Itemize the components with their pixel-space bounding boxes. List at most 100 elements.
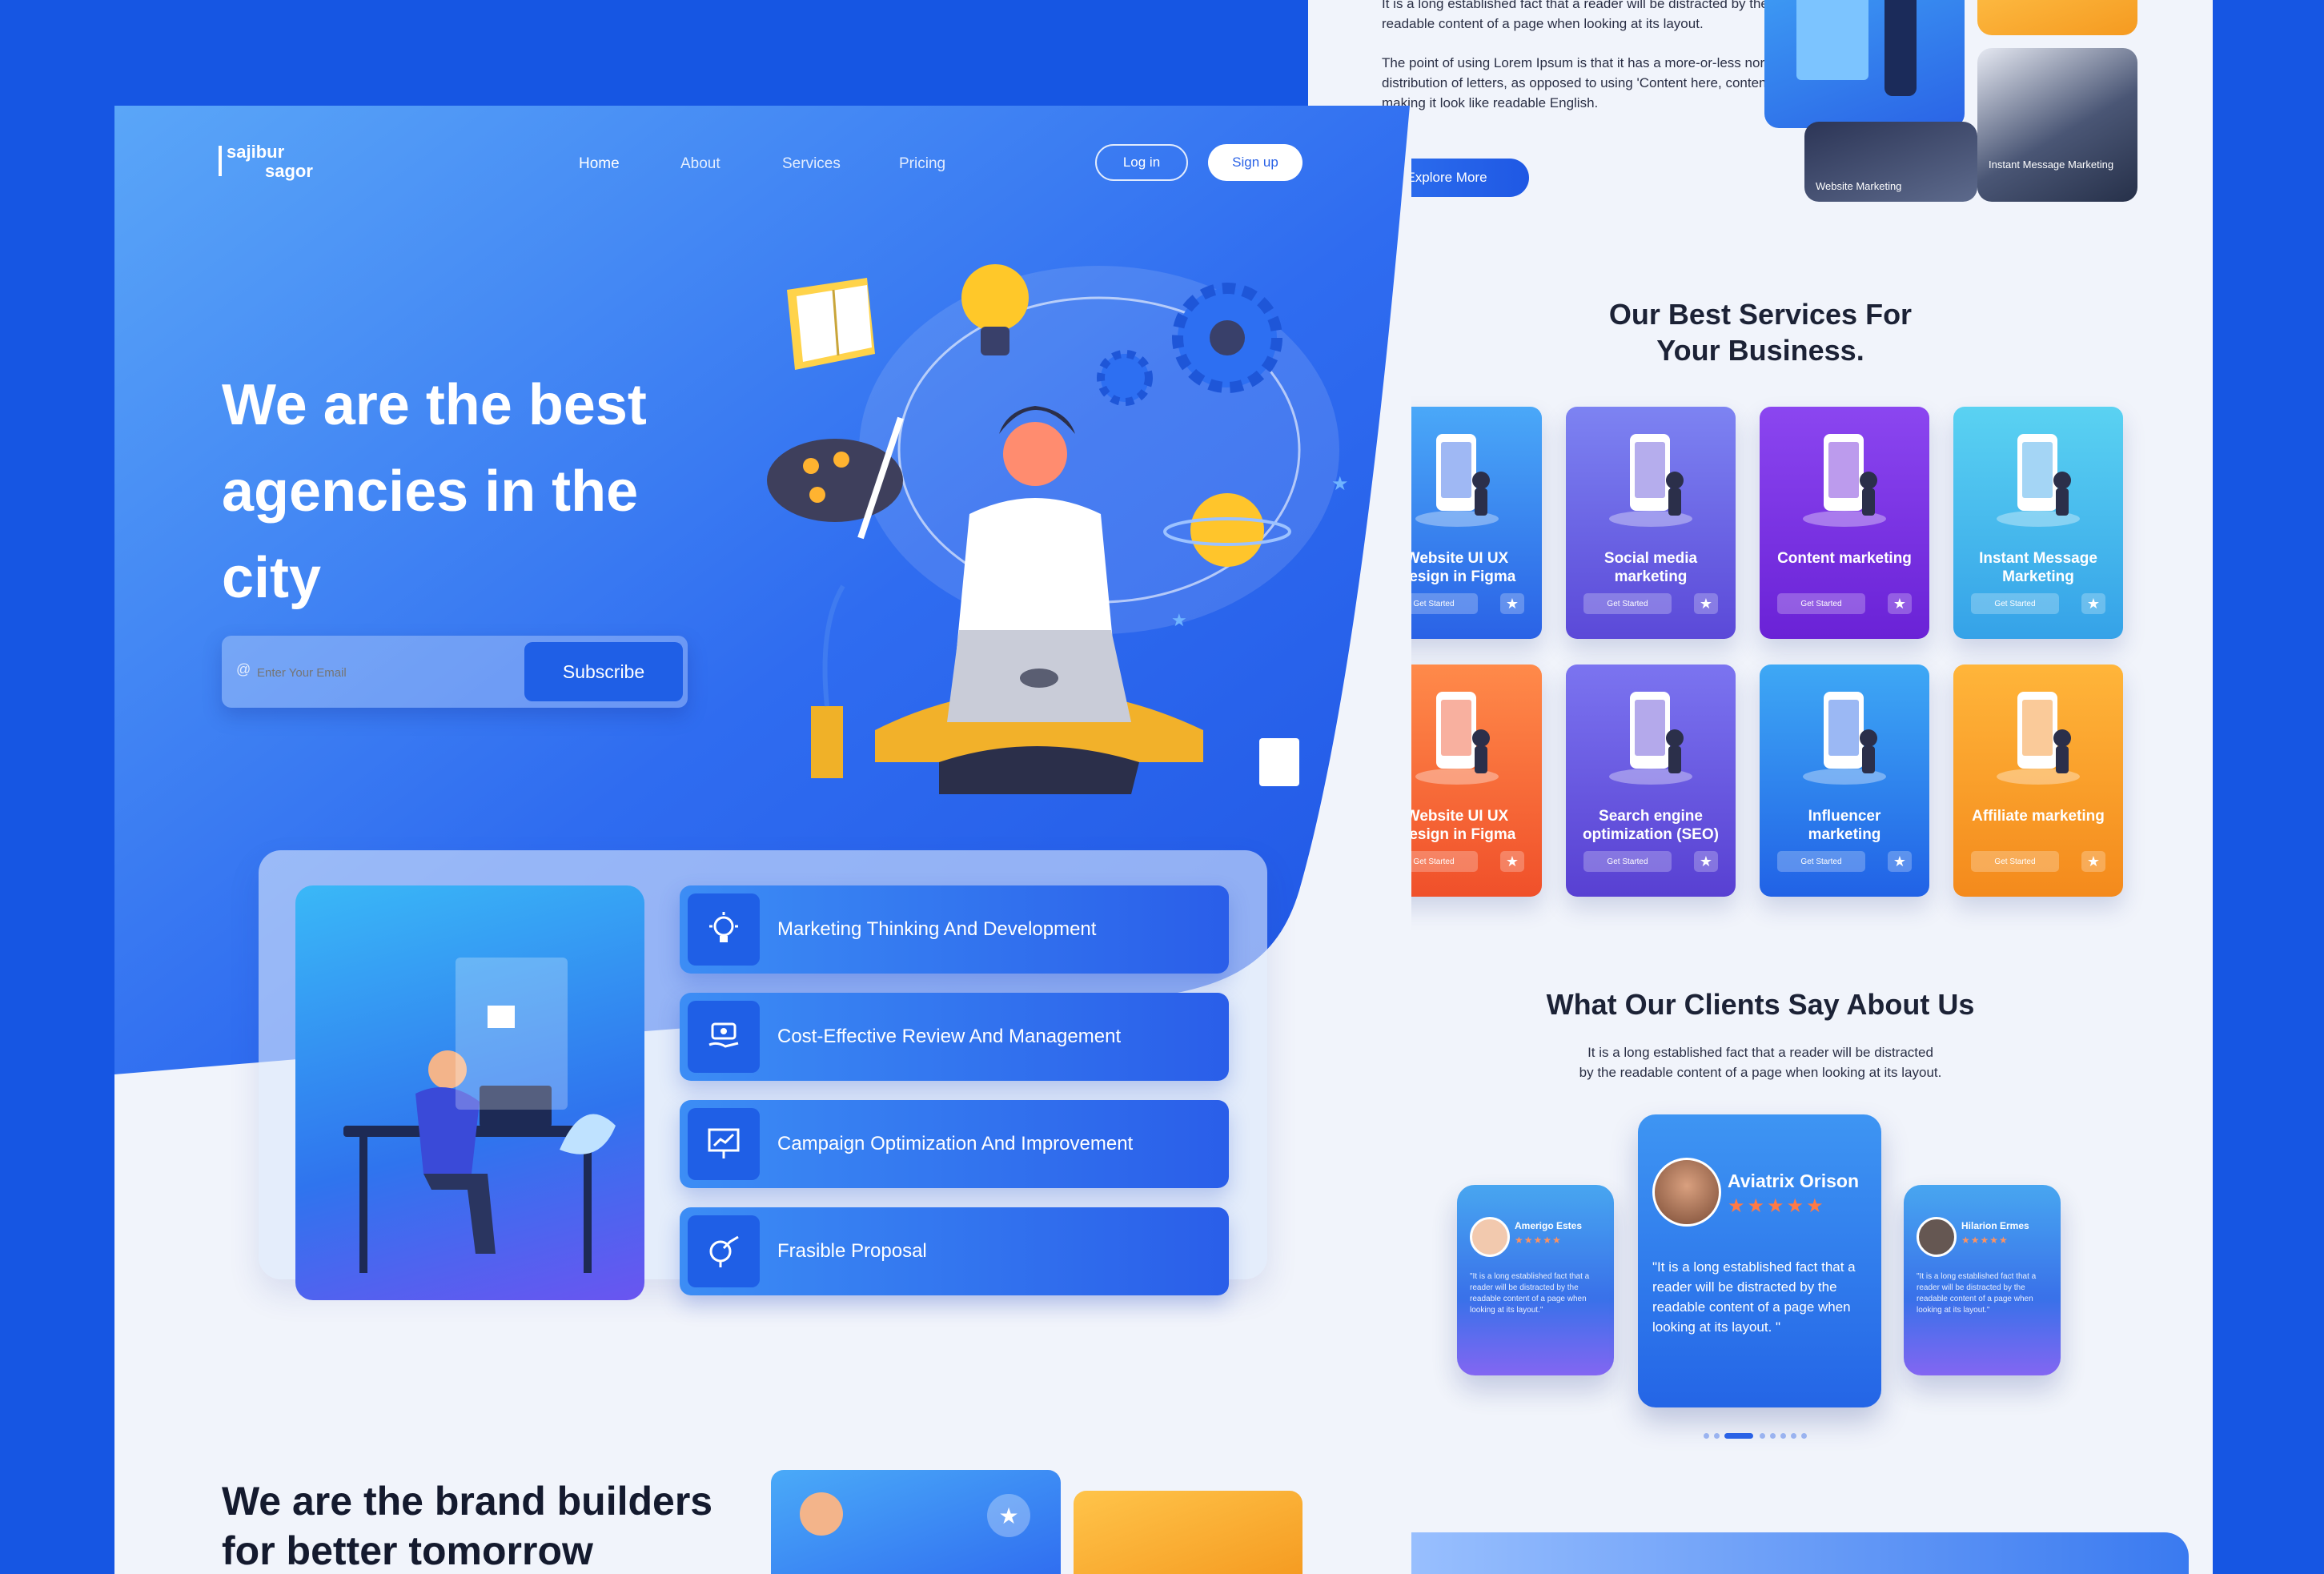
service-card[interactable]: Influencer marketing Get Started ★ [1760,665,1929,897]
feature-label: Marketing Thinking And Development [777,918,1097,940]
carousel-dot[interactable] [1770,1433,1776,1439]
presentation-chart-icon [688,1108,760,1180]
testimonial-card-left[interactable]: Amerigo Estes ★★★★★ "It is a long establ… [1457,1185,1614,1375]
feature-item-1[interactable]: Marketing Thinking And Development [680,885,1229,974]
testimonial-quote: "It is a long established fact that a re… [1917,1272,2037,1315]
testimonial-name: Aviatrix Orison [1728,1170,1860,1191]
thumb-label-2: Instant Message Marketing [1989,159,2114,171]
star-icon[interactable]: ★ [1888,851,1912,872]
subscribe-form: @ Subscribe [222,636,688,708]
service-title: Content marketing [1777,550,1912,567]
service-illustration-icon [1803,692,1886,785]
carousel-dot[interactable] [1780,1433,1786,1439]
plant-pot-icon [811,706,843,778]
star-icon[interactable]: ★ [1694,593,1718,614]
services-heading: Our Best Services For Your Business. [1608,298,1913,367]
star-icon[interactable]: ★ [987,1494,1030,1537]
star-icon[interactable]: ★ [2081,593,2105,614]
service-card[interactable]: Affiliate marketing Get Started ★ [1953,665,2123,897]
plant-icon [822,584,845,707]
star-icon[interactable]: ★ [1500,851,1524,872]
get-started-button[interactable]: Get Started [1777,851,1865,872]
testimonial-quote: "It is a long established fact that a re… [1652,1259,1856,1335]
get-started-button[interactable]: Get Started [1583,593,1672,614]
star-icon[interactable]: ★ [2081,851,2105,872]
avatar [1652,1158,1721,1227]
get-started-button[interactable]: Get Started [1971,593,2059,614]
landing-page: sajibur sagor Home About Services Pricin… [114,106,1411,1574]
services-page: It is a long established fact that a rea… [1308,0,2213,1574]
workspace-illustration-icon [1796,0,1917,96]
intro-paragraph-1: It is a long established fact that a rea… [1382,0,1768,31]
avatar [1917,1217,1957,1257]
star-icon[interactable]: ★ [1888,593,1912,614]
feature-item-2[interactable]: Cost-Effective Review And Management [680,993,1229,1081]
service-card[interactable]: Content marketing Get Started ★ [1760,407,1929,639]
coffee-cup-icon [1259,738,1299,786]
rating-stars: ★★★★★ [1961,1235,2009,1246]
logo-bar [219,146,222,176]
rating-stars: ★★★★★ [1728,1195,1826,1217]
brand-card-2 [1074,1491,1302,1574]
star-icon: ★ [1171,611,1187,631]
designer-at-desk-icon [343,958,616,1273]
testimonial-name: Hilarion Ermes [1961,1220,2029,1231]
star-icon[interactable]: ★ [1694,851,1718,872]
avatar [800,1492,843,1536]
signup-button[interactable]: Sign up [1208,144,1302,181]
feature-item-3[interactable]: Campaign Optimization And Improvement [680,1100,1229,1188]
get-started-button[interactable]: Get Started [1583,851,1672,872]
service-illustration-icon [1609,434,1692,527]
target-check-icon [688,1215,760,1287]
subscribe-button[interactable]: Subscribe [524,642,683,701]
testimonial-name: Amerigo Estes [1515,1220,1583,1231]
service-card[interactable]: Search engine optimization (SEO) Get Star… [1566,665,1736,897]
lightbulb-icon [688,893,760,966]
star-icon[interactable]: ★ [1500,593,1524,614]
intro-paragraph-2: The point of using Lorem Ipsum is that i… [1382,55,1808,110]
nav-pricing[interactable]: Pricing [899,155,945,173]
service-card[interactable]: Social media marketing Get Started ★ [1566,407,1736,639]
nav-home[interactable]: Home [579,155,620,173]
service-title: Influencer marketing [1808,808,1881,843]
thumb-image-3: Website Marketing [1804,122,1977,202]
nav-about[interactable]: About [680,155,720,173]
rating-stars: ★★★★★ [1515,1235,1562,1246]
thumb-label-1: Website Marketing [1816,180,1902,192]
hero-illustration: ★ ★ [767,264,1349,794]
service-title: Instant Message Marketing [1979,550,2097,585]
brand-heading: We are the brand builders for better tom… [222,1479,713,1573]
logo[interactable]: sajibur sagor [227,143,313,181]
service-illustration-icon [1609,692,1692,785]
carousel-dot[interactable] [1704,1433,1709,1439]
login-button[interactable]: Log in [1095,144,1188,181]
footer-band [1356,1532,2189,1574]
get-started-button[interactable]: Get Started [1971,851,2059,872]
service-illustration-icon [1415,692,1499,785]
service-card[interactable]: Instant Message Marketing Get Started ★ [1953,407,2123,639]
testimonial-card-featured[interactable]: Aviatrix Orison ★★★★★ "It is a long esta… [1638,1114,1881,1407]
service-illustration-icon [1803,434,1886,527]
testimonial-quote: "It is a long established fact that a re… [1470,1272,1590,1315]
feature-item-4[interactable]: Frasible Proposal [680,1207,1229,1295]
hero-heading: We are the best agencies in the city [222,373,647,610]
carousel-dot[interactable] [1714,1433,1720,1439]
thumb-image-1 [1764,0,1965,128]
at-icon: @ [236,661,251,677]
email-input[interactable] [255,652,499,693]
brand-card-1: ★ [771,1470,1061,1574]
get-started-button[interactable]: Get Started [1777,593,1865,614]
avatar [1470,1217,1510,1257]
carousel-dot[interactable] [1760,1433,1765,1439]
service-illustration-icon [1415,434,1499,527]
feature-label: Frasible Proposal [777,1240,927,1262]
carousel-dot-active[interactable] [1724,1433,1753,1439]
service-illustration-icon [1997,434,2080,527]
testimonial-card-right[interactable]: Hilarion Ermes ★★★★★ "It is a long estab… [1904,1185,2061,1375]
clients-subtitle: It is a long established fact that a rea… [1579,1045,1942,1080]
nav-services[interactable]: Services [782,155,841,173]
service-illustration-icon [1997,692,2080,785]
carousel-dot[interactable] [1791,1433,1796,1439]
service-title: Affiliate marketing [1972,808,2105,825]
carousel-dot[interactable] [1801,1433,1807,1439]
